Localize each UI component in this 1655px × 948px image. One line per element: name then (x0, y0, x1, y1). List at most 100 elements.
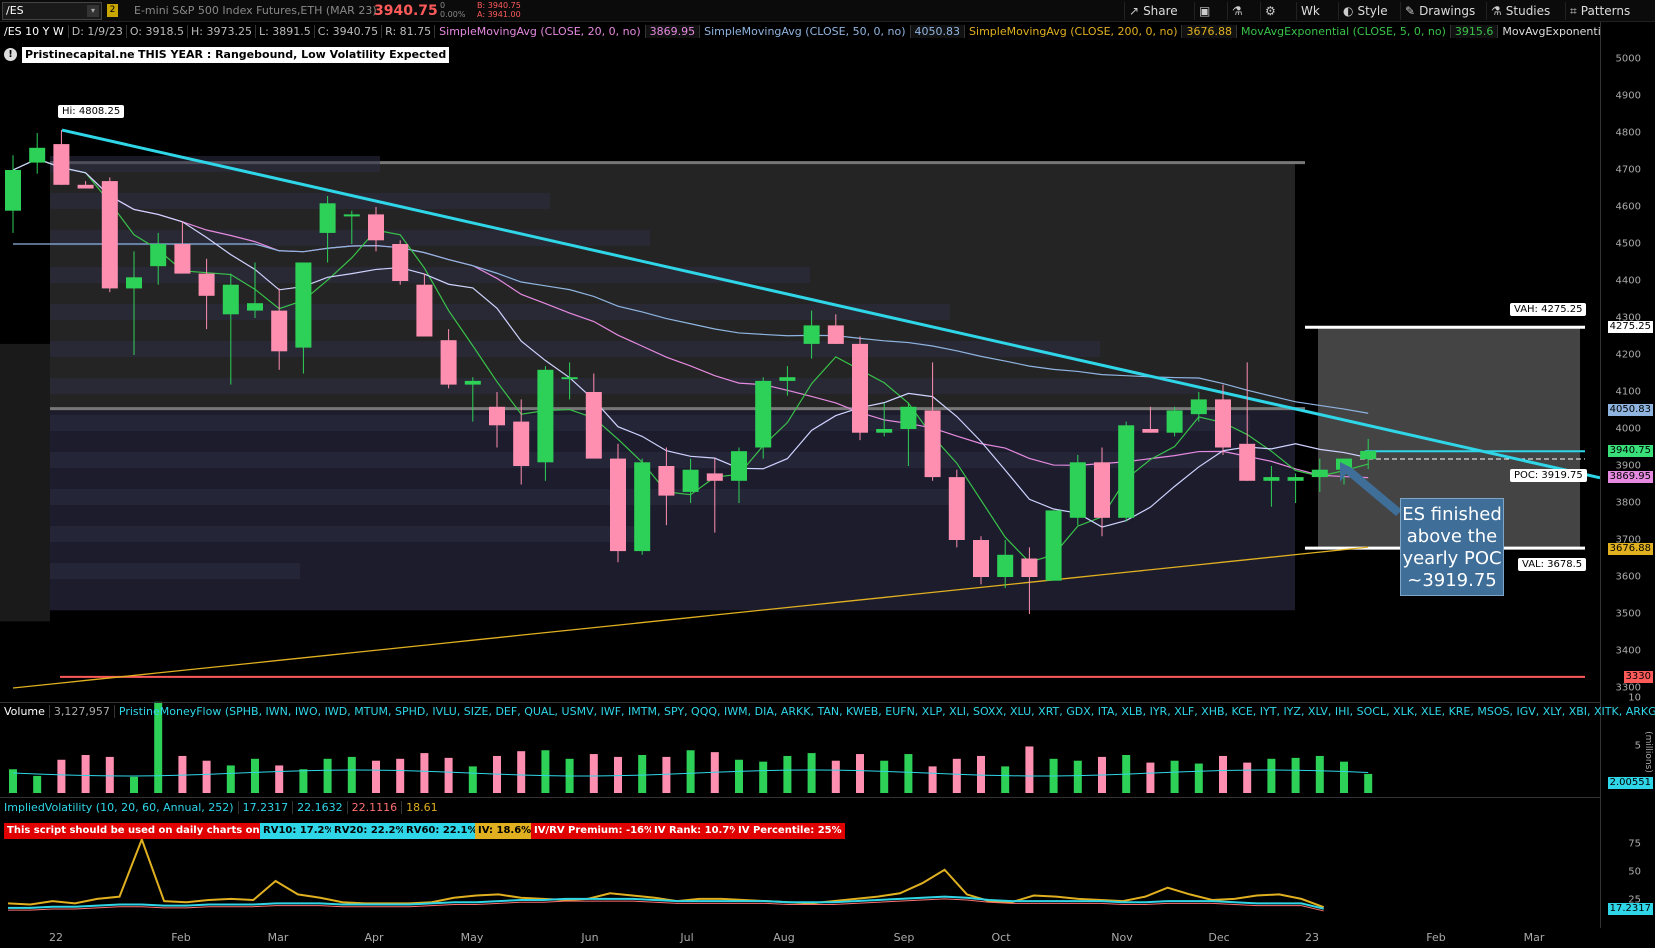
poc-label: POC: 3919.75 (1510, 469, 1587, 482)
iv-tag: 17.2317 (1607, 902, 1653, 915)
rv10-box: RV10: 17.2% (260, 823, 338, 839)
candle-body (1142, 429, 1159, 433)
candle-body (1263, 477, 1280, 481)
candle-body (53, 144, 70, 185)
candle-body (1215, 399, 1231, 448)
candle-body (876, 429, 893, 433)
candle-body (658, 466, 675, 496)
callout-line-4: ~3919.75 (1407, 570, 1497, 591)
iv-value-1: 17.2317 (237, 801, 293, 814)
price-tag: 3940.75 (1607, 444, 1653, 457)
price-tick-label: 4400 (1615, 275, 1641, 287)
daily-warning: This script should be used on daily char… (4, 823, 273, 839)
candle-body (948, 477, 965, 540)
candle-body (1094, 462, 1110, 518)
candle-body (513, 421, 530, 466)
time-tick-label: 23 (1305, 931, 1319, 944)
profile-bar (50, 563, 300, 579)
price-tick-label: 3500 (1615, 608, 1641, 620)
candle-body (1311, 469, 1328, 478)
volume-bar (202, 760, 211, 793)
candle-body (392, 244, 409, 281)
rv60-box: RV60: 22.1% (403, 823, 481, 839)
candle-body (5, 170, 21, 211)
volume-bar (1340, 761, 1348, 793)
iv-separator (0, 797, 1600, 798)
volume-bar (614, 756, 622, 793)
volume-bar (178, 755, 187, 793)
volume-bar (904, 754, 913, 793)
candle-body (368, 214, 384, 241)
volume-bar (444, 757, 453, 793)
volume-bar (130, 776, 138, 793)
profile-bar (50, 193, 550, 209)
time-tick-label: Sep (893, 931, 915, 944)
volume-bar (783, 755, 792, 793)
candle-body (997, 554, 1014, 577)
candle-body (561, 377, 578, 380)
time-tick-label: May (460, 931, 484, 944)
volume-bar (1001, 766, 1010, 793)
candle-body (634, 462, 651, 552)
volume-bar (1073, 760, 1082, 793)
volume-bar (347, 756, 356, 793)
price-tag: 4050.83 (1607, 404, 1653, 417)
iv-percentile-box: IV Percentile: 25% (735, 823, 845, 839)
time-tick-label: Dec (1208, 931, 1230, 944)
callout-line-1: ES finished (1402, 504, 1502, 525)
volume-bar (952, 758, 961, 793)
candle-body (852, 343, 868, 433)
val-label: VAL: 3678.5 (1518, 558, 1587, 571)
price-tick-label: 4600 (1615, 201, 1641, 213)
candle-body (1069, 462, 1086, 518)
time-tick-label: 22 (49, 931, 63, 944)
volume-bar (33, 775, 42, 793)
candle-body (1190, 399, 1207, 415)
volume-bar (686, 750, 695, 793)
time-tick-label: Mar (1523, 931, 1545, 944)
candle-body (464, 380, 481, 385)
volume-bar (759, 761, 768, 793)
rv20-box: RV20: 22.2% (331, 823, 409, 839)
candle-body (1360, 450, 1377, 460)
time-tick-label: Oct (991, 931, 1011, 944)
volume-bar (977, 755, 985, 793)
volume-tag: 2.00551 (1607, 777, 1653, 789)
iv-header: ImpliedVolatility (10, 20, 60, Annual, 2… (0, 799, 442, 817)
volume-bar (1194, 763, 1203, 793)
candle-body (803, 325, 820, 344)
iv-value-2: 22.1632 (292, 801, 347, 814)
price-tick-label: 4700 (1615, 164, 1641, 176)
price-tick-label: 4800 (1615, 127, 1641, 139)
price-tick-label: 3600 (1615, 571, 1641, 583)
iv-tick-label: 50 (1628, 866, 1641, 878)
price-tick-label: 4100 (1615, 386, 1641, 398)
price-tick-label: 3900 (1615, 460, 1641, 472)
iv-study-label[interactable]: ImpliedVolatility (10, 20, 60, Annual, 2… (0, 801, 238, 814)
moneyflow-study-label[interactable]: PristineMoneyFlow (SPHB, IWN, IWO, IWD, … (113, 705, 1655, 718)
time-tick-label: Jul (680, 931, 694, 944)
candle-body (174, 244, 191, 274)
volume-bar (1267, 758, 1276, 793)
candle-body (537, 369, 554, 463)
candle-body (900, 406, 917, 429)
candle-body (706, 473, 723, 481)
candle-body (198, 273, 215, 296)
profile-bar (50, 526, 650, 542)
price-tag: 3869.95 (1607, 471, 1653, 484)
candle-body (271, 310, 288, 352)
volume-bar (372, 760, 380, 793)
price-tick-label: 3800 (1615, 497, 1641, 509)
volume-bar (468, 766, 477, 793)
volume-bar (1025, 746, 1034, 793)
profile-bar (50, 267, 810, 283)
candle-body (755, 380, 772, 448)
price-axis[interactable]: 5000 4900 4800 4700 4600 4500 4400 4300 4200 4100… (1600, 22, 1655, 928)
volume-bar (735, 759, 743, 793)
volume-bar (517, 751, 526, 793)
volume-unit: (millions) (1643, 731, 1654, 773)
volume-bar (1146, 762, 1155, 793)
premium-box: IV/RV Premium: -16% (531, 823, 658, 839)
time-tick-label: Jun (581, 931, 599, 944)
volume-bar (662, 756, 671, 793)
